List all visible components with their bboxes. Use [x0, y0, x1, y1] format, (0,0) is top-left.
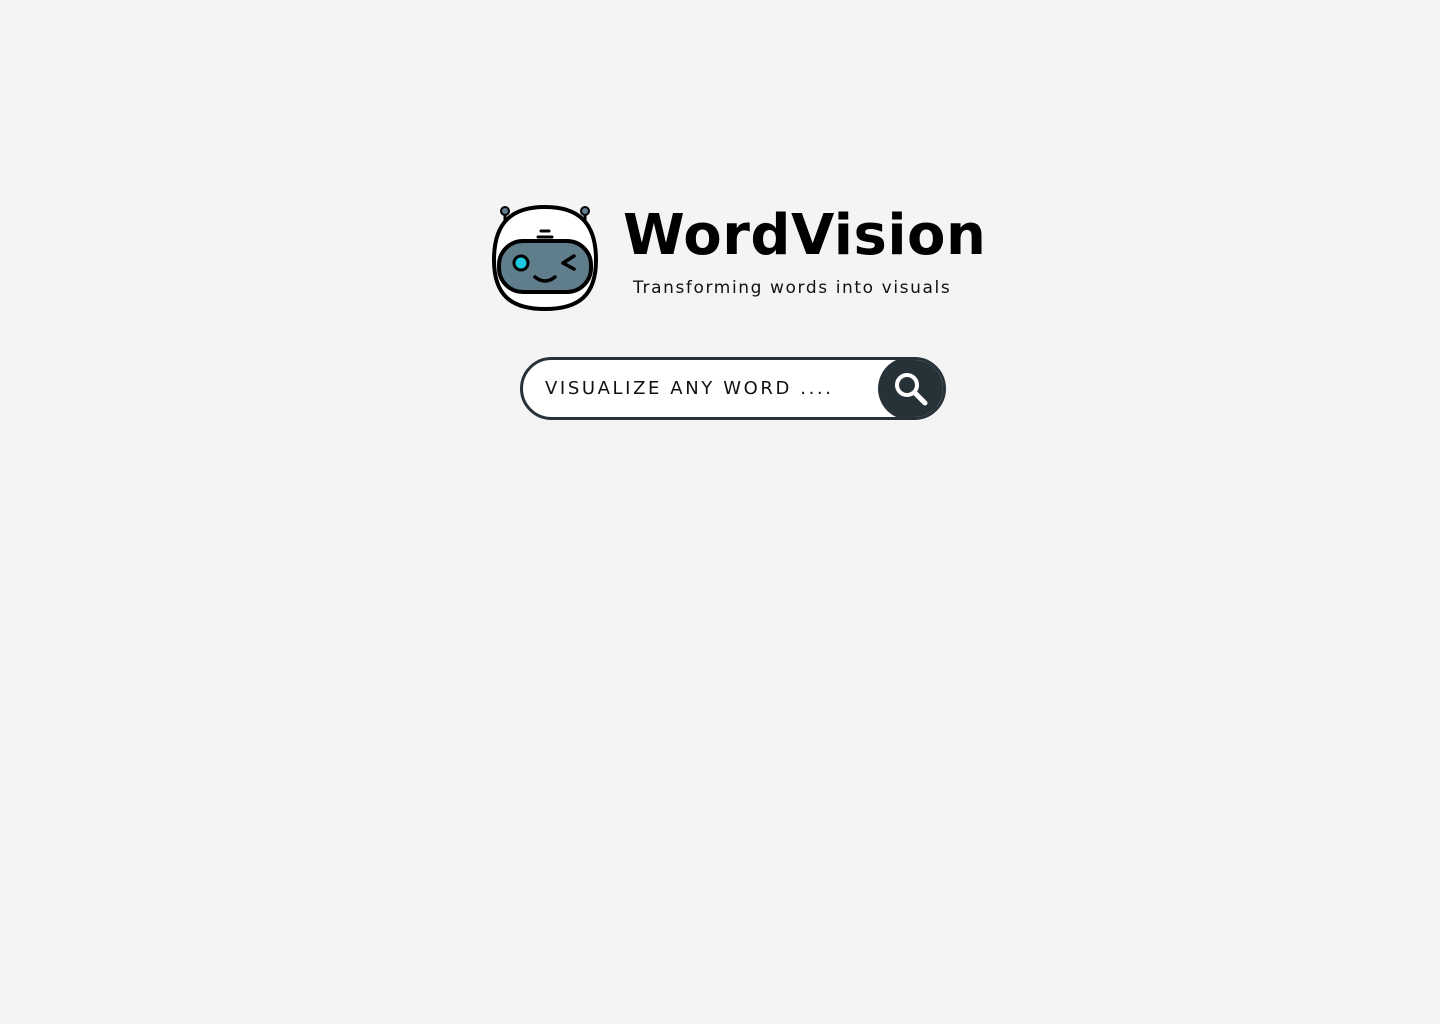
brand-header: WordVision Transforming words into visua… [491, 203, 986, 314]
search-icon [895, 372, 928, 405]
robot-logo-icon [491, 204, 599, 312]
search-button[interactable] [878, 360, 943, 417]
app-title: WordVision [623, 203, 987, 268]
app-tagline: Transforming words into visuals [633, 278, 952, 298]
search-input[interactable] [523, 360, 879, 417]
page: WordVision Transforming words into visua… [0, 0, 1440, 1024]
search-bar [520, 357, 946, 420]
